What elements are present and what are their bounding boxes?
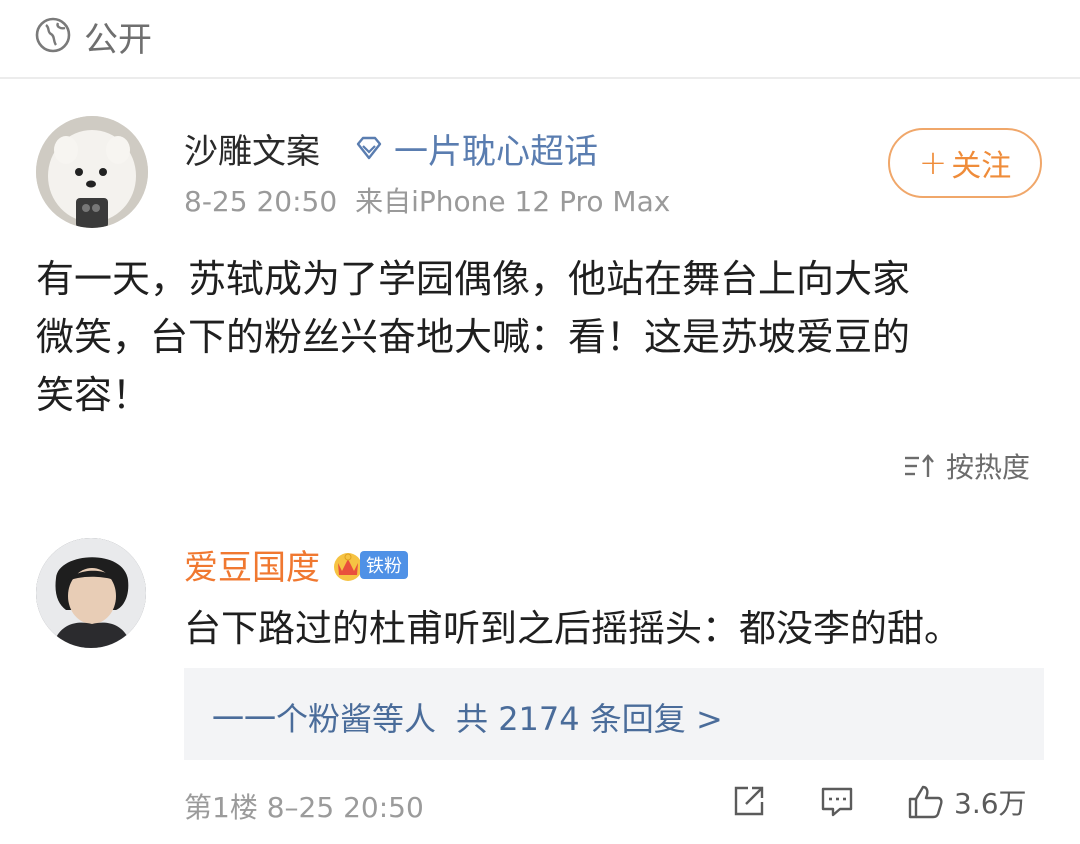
post-timestamp: 8-25 20:50 bbox=[184, 185, 338, 218]
share-icon bbox=[734, 786, 764, 816]
follow-button[interactable]: + 关注 bbox=[888, 128, 1042, 198]
sort-icon bbox=[905, 454, 934, 477]
fan-badge: 铁粉 bbox=[330, 547, 408, 583]
reply-summary[interactable]: 一一个粉酱等人共 2174 条回复 > bbox=[184, 668, 1044, 760]
commenter-name[interactable]: 爱豆国度 bbox=[184, 540, 320, 589]
plus-icon: + bbox=[918, 143, 948, 183]
comment-timestamp: 8–25 20:50 bbox=[266, 791, 424, 824]
post-line: 微笑，台下的粉丝兴奋地大喊：看！这是苏坡爱豆的 bbox=[36, 315, 911, 359]
post-meta: 8-25 20:50 来自iPhone 12 Pro Max bbox=[184, 180, 670, 220]
post-source: 来自iPhone 12 Pro Max bbox=[355, 185, 671, 218]
reply-users: 一一个粉酱等人 bbox=[212, 700, 437, 738]
sort-control[interactable]: 按热度 bbox=[902, 446, 1030, 486]
share-button[interactable] bbox=[730, 782, 768, 820]
topic-tag-label: 一片耽心超话 bbox=[394, 132, 598, 172]
fan-badge-label: 铁粉 bbox=[360, 550, 408, 579]
author-name[interactable]: 沙雕文案 bbox=[184, 124, 320, 173]
thumbs-up-icon bbox=[908, 785, 943, 819]
floor-label: 第1楼 bbox=[184, 791, 258, 824]
visibility-label: 公开 bbox=[84, 20, 152, 60]
reply-summary-link[interactable]: 一一个粉酱等人共 2174 条回复 > bbox=[212, 694, 723, 740]
follow-label: 关注 bbox=[951, 149, 1012, 184]
post-body: 有一天，苏轼成为了学园偶像，他站在舞台上向大家 微笑，台下的粉丝兴奋地大喊：看！… bbox=[36, 250, 1036, 424]
comment-button[interactable] bbox=[818, 782, 856, 820]
comment-icon bbox=[821, 787, 853, 817]
reply-count: 共 2174 条回复 > bbox=[456, 700, 723, 738]
commenter-row: 爱豆国度 铁粉 bbox=[184, 540, 408, 589]
post-line: 有一天，苏轼成为了学园偶像，他站在舞台上向大家 bbox=[36, 257, 911, 301]
globe-icon bbox=[34, 16, 72, 54]
comment-meta: 第1楼 8–25 20:50 bbox=[184, 786, 424, 826]
like-count: 3.6万 bbox=[954, 787, 1027, 820]
author-avatar[interactable] bbox=[36, 116, 148, 228]
diamond-icon bbox=[356, 136, 382, 159]
commenter-avatar[interactable] bbox=[36, 538, 146, 648]
divider bbox=[0, 77, 1080, 79]
sort-label: 按热度 bbox=[946, 451, 1031, 484]
like-button[interactable]: 3.6万 bbox=[906, 782, 1027, 822]
comment-text: 台下路过的杜甫听到之后摇摇头：都没李的甜。 bbox=[184, 607, 961, 650]
post-line: 笑容！ bbox=[36, 373, 151, 417]
visibility-bar: 公开 bbox=[0, 0, 1080, 76]
topic-tag[interactable]: 一片耽心超话 bbox=[352, 124, 598, 173]
